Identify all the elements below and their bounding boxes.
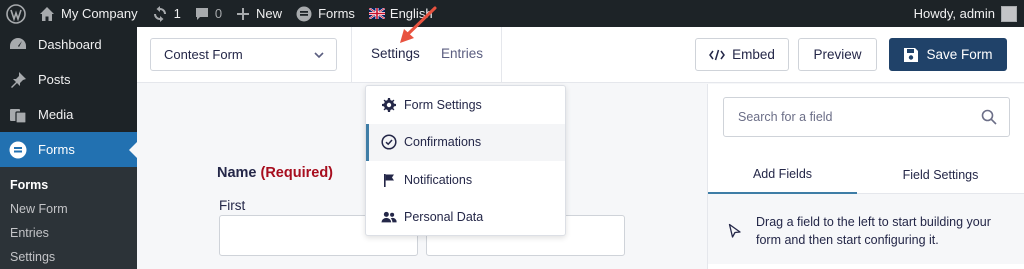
submenu-new-form[interactable]: New Form [0, 197, 137, 221]
sidebar-item-forms[interactable]: Forms [0, 132, 137, 167]
forms-icon [296, 6, 312, 22]
chevron-down-icon [312, 48, 326, 65]
preview-label: Preview [813, 47, 862, 62]
dashboard-icon [8, 35, 28, 55]
field-search-input[interactable]: Search for a field [723, 97, 1010, 137]
sidebar-item-label: Posts [38, 72, 71, 87]
plus-icon [236, 7, 250, 21]
field-label-text: Name [217, 165, 257, 181]
menu-item-label: Form Settings [404, 97, 482, 112]
sidebar-item-label: Media [38, 107, 74, 122]
sidebar-item-media[interactable]: Media [0, 97, 137, 132]
empty-form-hint: Drag a field to the left to start buildi… [708, 194, 1024, 264]
save-form-button[interactable]: Save Form [889, 38, 1007, 71]
sidebar-item-posts[interactable]: Posts [0, 62, 137, 97]
code-icon [709, 49, 732, 61]
menu-item-label: Notifications [404, 172, 473, 187]
forms-icon [8, 140, 28, 160]
submenu-settings[interactable]: Settings [0, 245, 137, 269]
forms-submenu: Forms New Form Entries Settings [0, 167, 137, 269]
updates-link[interactable]: 1 [145, 0, 188, 27]
search-placeholder: Search for a field [738, 110, 833, 124]
menu-item-label: Personal Data [404, 210, 484, 225]
submenu-entries[interactable]: Entries [0, 221, 137, 245]
menu-item-notifications[interactable]: Notifications [366, 161, 565, 199]
media-icon [8, 105, 28, 125]
forms-label: Forms [318, 6, 355, 21]
cursor-icon [728, 223, 741, 238]
menu-item-form-settings[interactable]: Form Settings [366, 86, 565, 124]
updates-count: 1 [173, 6, 181, 21]
panel-tabs: Add Fields Field Settings [708, 156, 1024, 194]
new-label: New [256, 6, 283, 21]
users-icon [381, 209, 397, 225]
comments-link[interactable]: 0 [188, 0, 229, 27]
site-name-link[interactable]: My Company [32, 0, 145, 27]
tab-add-fields[interactable]: Add Fields [708, 156, 857, 194]
form-switcher[interactable]: Contest Form [150, 38, 337, 71]
tab-entries[interactable]: Entries [441, 46, 483, 61]
form-editor-toolbar: Contest Form Settings Entries Embed Prev… [137, 27, 1024, 83]
save-disk-icon [903, 47, 926, 63]
site-name: My Company [61, 6, 138, 21]
embed-button[interactable]: Embed [695, 38, 789, 71]
required-indicator: (Required) [260, 165, 334, 181]
tab-field-settings[interactable]: Field Settings [866, 156, 1015, 194]
new-content-link[interactable]: New [229, 0, 289, 27]
menu-item-label: Confirmations [404, 135, 482, 150]
refresh-icon [152, 5, 168, 22]
greeting: Howdy, admin [913, 6, 995, 21]
settings-dropdown-menu: Form Settings Confirmations Notification… [365, 85, 566, 236]
flag-icon [381, 172, 397, 188]
sidebar-item-label: Dashboard [38, 37, 102, 52]
admin-sidebar: Dashboard Posts Media Forms Forms New Fo… [0, 27, 137, 269]
form-name: Contest Form [164, 47, 243, 62]
first-name-label: First [219, 198, 246, 213]
sidebar-item-dashboard[interactable]: Dashboard [0, 27, 137, 62]
search-icon [981, 109, 997, 125]
home-icon [39, 6, 55, 22]
comment-icon [195, 7, 209, 21]
pin-icon [8, 70, 28, 90]
fields-panel: Search for a field Add Fields Field Sett… [707, 84, 1024, 269]
hint-text: Drag a field to the left to start buildi… [756, 215, 991, 247]
account-menu[interactable]: Howdy, admin [907, 0, 1024, 27]
gear-icon [381, 97, 397, 113]
avatar [1001, 5, 1017, 22]
name-field-label[interactable]: Name (Required) [217, 165, 333, 181]
annotation-arrow-icon [400, 6, 437, 43]
check-circle-icon [381, 134, 397, 150]
forms-link[interactable]: Forms [289, 0, 362, 27]
comments-count: 0 [214, 6, 223, 21]
sidebar-item-label: Forms [38, 142, 75, 157]
preview-button[interactable]: Preview [798, 38, 877, 71]
submenu-forms[interactable]: Forms [0, 173, 137, 197]
menu-item-personal-data[interactable]: Personal Data [366, 199, 565, 237]
admin-bar: My Company 1 0 New Forms English Howdy, … [0, 0, 1024, 27]
wordpress-logo-icon[interactable] [0, 0, 32, 27]
save-label: Save Form [926, 47, 993, 62]
uk-flag-icon [368, 8, 385, 19]
menu-item-confirmations[interactable]: Confirmations [366, 123, 565, 161]
embed-label: Embed [732, 47, 775, 62]
